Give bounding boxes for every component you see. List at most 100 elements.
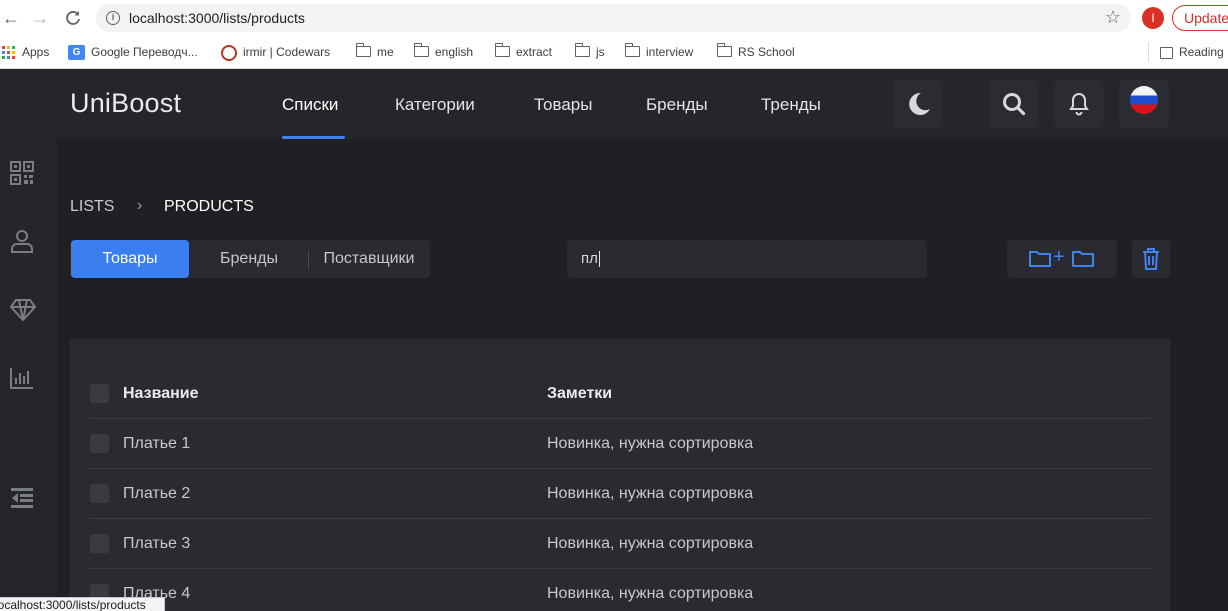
list-type-tabs: Товары Бренды Поставщики [70, 240, 430, 278]
column-header-name[interactable]: Название [123, 385, 199, 403]
bookmark-folder-me[interactable]: me [355, 42, 394, 62]
folder-icon [624, 43, 640, 58]
nav-item-brands[interactable]: Бренды [646, 95, 708, 115]
bell-icon [1069, 92, 1089, 116]
row-note: Новинка, нужна сортировка [547, 485, 754, 502]
bookmark-label: me [377, 45, 394, 59]
table-row[interactable]: Платье 4 Новинка, нужна сортировка [90, 569, 1150, 611]
app-header: UniBoost Списки Категории Товары Бренды … [57, 69, 1228, 139]
language-button[interactable] [1119, 79, 1169, 129]
table-row[interactable]: Платье 3 Новинка, нужна сортировка [90, 519, 1150, 569]
bookmarks-divider [1148, 42, 1149, 62]
row-note: Новинка, нужна сортировка [547, 435, 754, 452]
active-nav-indicator [282, 136, 345, 139]
bookmark-folder-js[interactable]: js [574, 42, 605, 62]
delete-button[interactable] [1132, 240, 1170, 278]
folder-icon [1072, 251, 1094, 267]
row-note: Новинка, нужна сортировка [547, 535, 754, 552]
address-url: localhost:3000/lists/products [129, 10, 305, 26]
folder-icon [716, 43, 732, 58]
column-header-notes[interactable]: Заметки [547, 385, 612, 403]
row-name: Платье 2 [123, 485, 191, 502]
google-translate-icon: G [68, 45, 85, 61]
plus-label: + [1053, 246, 1065, 268]
app-root: UniBoost Списки Категории Товары Бренды … [0, 69, 1228, 611]
table-row[interactable]: Платье 1 Новинка, нужна сортировка [90, 419, 1150, 469]
nav-item-products[interactable]: Товары [534, 95, 592, 115]
diamond-icon[interactable] [9, 298, 37, 322]
status-bar-url: localhost:3000/lists/products [0, 597, 165, 611]
update-button[interactable]: Update [1172, 5, 1228, 31]
bookmark-folder-english[interactable]: english [413, 42, 474, 62]
row-name: Платье 1 [123, 435, 191, 452]
apps-grid-icon [2, 45, 16, 60]
folder-icon [355, 43, 371, 58]
bookmark-folder-rs-school[interactable]: RS School [716, 42, 795, 62]
russia-flag-icon [1130, 86, 1158, 114]
move-to-folder-button[interactable]: + [1007, 240, 1117, 278]
bookmark-label: js [596, 45, 605, 59]
site-info-icon[interactable]: i [106, 11, 120, 25]
bookmark-label: Apps [22, 45, 50, 59]
row-checkbox[interactable] [90, 434, 109, 453]
browser-toolbar: ← → i localhost:3000/lists/products ☆ I … [0, 0, 1228, 36]
back-arrow-icon[interactable]: ← [0, 7, 22, 29]
row-name: Платье 3 [123, 535, 191, 552]
reading-list-button[interactable]: Reading [1160, 42, 1224, 62]
bookmark-label: interview [646, 45, 694, 59]
bookmark-label: extract [516, 45, 553, 59]
search-icon [1003, 93, 1026, 116]
forward-arrow-icon[interactable]: → [29, 7, 51, 29]
nav-item-lists[interactable]: Списки [282, 95, 338, 115]
table-row[interactable]: Платье 2 Новинка, нужна сортировка [90, 469, 1150, 519]
bar-chart-icon[interactable] [10, 367, 34, 391]
qr-code-icon[interactable] [10, 161, 34, 185]
breadcrumb-current: PRODUCTS [164, 198, 254, 215]
search-button[interactable] [989, 79, 1039, 129]
breadcrumb-chevron-icon: › [137, 197, 143, 214]
table-header-row: Название Заметки [90, 369, 1150, 419]
nav-item-trends[interactable]: Тренды [761, 95, 821, 115]
bookmark-label: RS School [738, 45, 795, 59]
user-icon[interactable] [10, 229, 34, 253]
bookmark-codewars[interactable]: irmir | Codewars [221, 42, 330, 62]
tab-suppliers[interactable]: Поставщики [309, 240, 429, 278]
bookmarks-bar: Apps G Google Переводч... irmir | Codewar… [0, 36, 1228, 69]
folder-icon [413, 43, 429, 58]
row-note: Новинка, нужна сортировка [547, 585, 754, 602]
products-table: Название Заметки Платье 1 Новинка, нужна… [70, 339, 1170, 611]
sidebar [0, 69, 57, 611]
bookmark-folder-interview[interactable]: interview [624, 42, 694, 62]
bookmark-star-icon[interactable]: ☆ [1105, 7, 1121, 28]
row-checkbox[interactable] [90, 484, 109, 503]
reading-list-label: Reading [1179, 45, 1224, 59]
bookmark-label: irmir | Codewars [243, 45, 331, 59]
row-checkbox[interactable] [90, 534, 109, 553]
bookmark-label: english [435, 45, 474, 59]
codewars-icon [221, 44, 237, 61]
tab-brands[interactable]: Бренды [190, 240, 308, 278]
reading-list-icon [1160, 46, 1173, 59]
search-input[interactable]: пл [567, 240, 927, 278]
collapse-menu-icon[interactable] [10, 487, 34, 511]
bookmark-google-translate[interactable]: G Google Переводч... [68, 42, 198, 62]
search-input-value: пл [581, 250, 600, 268]
folder-icon [494, 43, 510, 58]
trash-icon [1143, 248, 1159, 270]
moon-icon [909, 92, 930, 115]
bookmark-folder-extract[interactable]: extract [494, 42, 553, 62]
select-all-checkbox[interactable] [90, 384, 109, 403]
bookmark-apps[interactable]: Apps [2, 42, 49, 62]
nav-item-categories[interactable]: Категории [395, 95, 475, 115]
profile-avatar[interactable]: I [1142, 7, 1164, 29]
bookmark-label: Google Переводч... [91, 45, 198, 59]
logo[interactable]: UniBoost [70, 88, 181, 119]
reload-icon[interactable] [62, 7, 84, 29]
notifications-button[interactable] [1054, 79, 1104, 129]
address-bar[interactable]: i localhost:3000/lists/products ☆ [96, 4, 1131, 32]
folder-icon [574, 43, 590, 58]
breadcrumb-root[interactable]: LISTS [70, 198, 114, 216]
tab-products[interactable]: Товары [71, 240, 189, 278]
theme-toggle-button[interactable] [893, 79, 943, 129]
folder-icon [1029, 251, 1051, 267]
